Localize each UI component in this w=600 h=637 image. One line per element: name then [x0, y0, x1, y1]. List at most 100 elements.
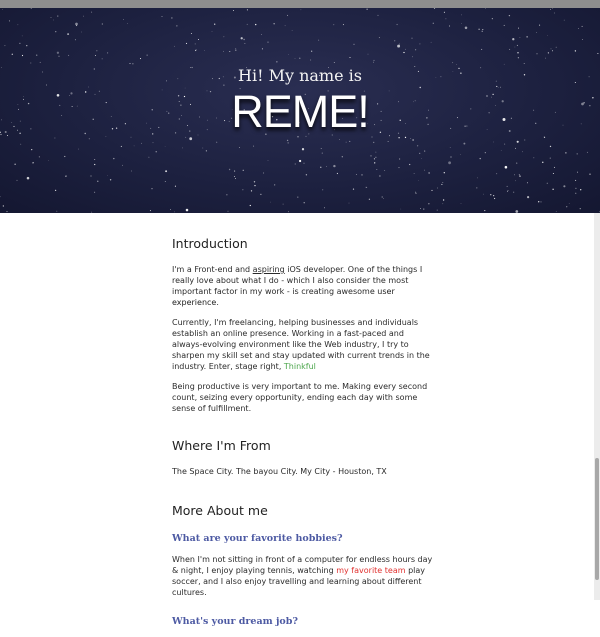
star: [322, 153, 323, 154]
star: [519, 176, 520, 177]
star: [322, 190, 323, 191]
main-content: Introduction I'm a Front-end and aspirin…: [172, 236, 434, 637]
star: [507, 191, 508, 192]
star: [526, 36, 527, 37]
star: [589, 174, 590, 175]
star: [353, 189, 354, 190]
star: [374, 162, 375, 163]
star: [260, 194, 261, 195]
star: [302, 148, 304, 150]
scrollbar-thumb[interactable]: [595, 458, 599, 580]
star: [444, 172, 445, 173]
star: [91, 12, 92, 13]
star: [356, 174, 357, 175]
star: [212, 31, 213, 32]
star: [428, 203, 429, 204]
star: [342, 156, 343, 157]
star: [493, 142, 494, 143]
star: [254, 185, 255, 186]
dream-job-question: What's your dream job?: [172, 616, 434, 627]
star: [514, 174, 515, 175]
star: [383, 198, 384, 199]
star: [349, 203, 350, 204]
star: [460, 154, 461, 155]
star: [431, 190, 432, 191]
star: [27, 177, 30, 180]
star: [533, 157, 534, 158]
star: [366, 187, 367, 188]
star: [223, 51, 224, 52]
star: [597, 53, 598, 54]
star: [261, 34, 262, 35]
star: [492, 18, 493, 19]
star: [524, 63, 525, 64]
favorite-team-link[interactable]: my favorite team: [336, 566, 405, 575]
aspiring-link[interactable]: aspiring: [253, 265, 285, 274]
star: [399, 44, 400, 45]
star: [233, 10, 234, 11]
star: [176, 25, 177, 26]
star: [478, 29, 479, 30]
star: [483, 194, 484, 195]
star: [484, 210, 485, 211]
star: [551, 49, 552, 50]
star: [107, 175, 108, 176]
star: [517, 52, 518, 53]
star: [509, 15, 510, 16]
star: [113, 158, 114, 159]
star: [310, 60, 311, 61]
star: [235, 50, 236, 51]
star: [195, 50, 196, 51]
star: [123, 19, 124, 20]
star: [575, 188, 576, 189]
star: [239, 147, 240, 148]
star: [295, 164, 296, 165]
star: [94, 159, 95, 160]
star: [320, 167, 321, 168]
star: [419, 153, 420, 154]
star: [326, 166, 327, 167]
star: [311, 51, 312, 52]
star: [556, 47, 557, 48]
star: [68, 55, 69, 56]
star: [569, 203, 570, 204]
star: [419, 43, 420, 44]
star: [94, 164, 95, 165]
star: [148, 157, 149, 158]
introduction-heading: Introduction: [172, 236, 434, 252]
star: [292, 30, 293, 31]
star: [276, 61, 277, 62]
star: [552, 189, 553, 190]
star: [409, 164, 410, 165]
star: [516, 162, 517, 163]
star: [482, 29, 483, 30]
star: [59, 56, 60, 57]
thinkful-link[interactable]: Thinkful: [284, 362, 316, 371]
star: [107, 52, 108, 53]
star: [171, 17, 172, 18]
star: [182, 148, 183, 149]
star: [165, 181, 166, 182]
star: [81, 32, 82, 33]
star: [508, 190, 509, 191]
star: [343, 24, 344, 25]
star: [303, 163, 304, 164]
star: [196, 49, 197, 50]
where-from-text: The Space City. The bayou City. My City …: [172, 466, 434, 477]
star: [507, 186, 508, 187]
star: [15, 164, 16, 165]
star: [370, 155, 371, 156]
star: [270, 202, 271, 203]
star: [437, 210, 438, 211]
star: [57, 52, 59, 54]
intro-paragraph-2: Currently, I'm freelancing, helping busi…: [172, 317, 434, 372]
star: [76, 25, 77, 26]
star: [91, 212, 92, 213]
star: [463, 143, 465, 145]
star: [174, 212, 175, 213]
star: [55, 31, 56, 32]
star: [78, 149, 79, 150]
star: [299, 160, 301, 162]
star: [410, 138, 411, 139]
star: [445, 18, 446, 19]
